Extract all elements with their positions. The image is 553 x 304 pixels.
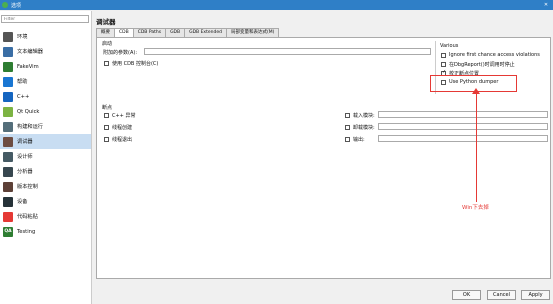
checkbox-box[interactable]: [104, 137, 109, 142]
close-icon[interactable]: ✕: [542, 1, 550, 9]
sidebar-item-label: 帮助: [17, 79, 28, 85]
checkbox-box[interactable]: [345, 137, 350, 142]
sidebar-item-label: 调试器: [17, 139, 33, 145]
checkbox-option[interactable]: 卸载模块:: [345, 124, 375, 131]
checkbox-label: 在DbgReport()时调用时停止: [449, 62, 515, 68]
version-control-icon: [3, 181, 13, 192]
sidebar-item[interactable]: FakeVim: [0, 59, 91, 74]
code-paste-icon: [3, 211, 13, 222]
category-list: 环境文本编辑器 FakeVim 帮助 C++ Qt Quick 构建和运行调试器设计师分析…: [0, 29, 91, 239]
cancel-button[interactable]: Cancel: [487, 290, 516, 300]
sidebar-item-label: 版本控制: [17, 184, 38, 190]
sidebar-item[interactable]: 环境: [0, 29, 91, 44]
debugger-icon: [3, 136, 13, 147]
qt-quick-icon: [3, 106, 13, 117]
various-group-title: Various: [440, 43, 459, 49]
sidebar-item-label: C++: [17, 93, 30, 100]
designer-icon: [3, 151, 13, 162]
sidebar-item-label: 设备: [17, 199, 28, 205]
tab[interactable]: GDB Extended: [184, 28, 227, 37]
sidebar-item[interactable]: 构建和运行: [0, 119, 91, 134]
checkbox-label: 线程创建: [112, 125, 133, 131]
monitor-icon: [3, 31, 13, 42]
checkbox-box[interactable]: [441, 62, 446, 67]
sidebar-item[interactable]: 设备: [0, 194, 91, 209]
checkbox-option[interactable]: 线程创建: [104, 124, 132, 131]
module-input[interactable]: [378, 111, 548, 118]
checkbox-box[interactable]: [104, 113, 109, 118]
checkbox-box[interactable]: [104, 125, 109, 130]
checkbox-label: 线程退出: [112, 137, 133, 143]
window-title: 选项: [11, 2, 22, 9]
sidebar-item-label: 代码粘贴: [17, 214, 38, 220]
help-icon: [3, 76, 13, 87]
checkbox-box[interactable]: [104, 61, 109, 66]
build-run-icon: [3, 121, 13, 132]
sidebar-item-label: 分析器: [17, 169, 33, 175]
extra-args-input[interactable]: [144, 48, 431, 55]
sidebar-item[interactable]: 帮助: [0, 74, 91, 89]
sidebar-item-label: Testing: [17, 228, 36, 235]
sidebar-item[interactable]: QA Testing: [0, 224, 91, 239]
checkbox-option[interactable]: 载入模块:: [345, 112, 375, 119]
tab-bar: 概要 CDB CDB Paths GDB GDB Extended 局部变量和表达式(M): [96, 28, 280, 38]
breakpoints-group-title: 断点: [102, 105, 113, 111]
annotation-text: Win下去掉: [462, 205, 489, 211]
checkbox-label: 载入模块:: [353, 113, 375, 119]
page-title: 调试器: [96, 18, 116, 26]
use-cdb-console-checkbox[interactable]: 使用 CDB 控制台(C): [104, 60, 158, 67]
checkbox-label: 卸载模块:: [353, 125, 375, 131]
checkbox-box[interactable]: [345, 113, 350, 118]
tab[interactable]: 局部变量和表达式(M): [225, 28, 280, 37]
filter-input[interactable]: [1, 15, 89, 23]
checkbox-label: Ignore first chance access violations: [449, 52, 540, 58]
sidebar: 环境文本编辑器 FakeVim 帮助 C++ Qt Quick 构建和运行调试器设计师分析…: [0, 11, 92, 304]
apply-button[interactable]: Apply: [521, 290, 550, 300]
text-editor-icon: [3, 46, 13, 57]
tab[interactable]: GDB: [165, 28, 186, 37]
checkbox-option[interactable]: 输出:: [345, 136, 365, 143]
sidebar-item-label: 文本编辑器: [17, 49, 43, 55]
launch-group-title: 启动: [102, 41, 113, 47]
fakevim-icon: [3, 61, 13, 72]
checkbox-option[interactable]: 线程退出: [104, 136, 132, 143]
sidebar-item[interactable]: 文本编辑器: [0, 44, 91, 59]
cdb-panel: 启动 附加的参数(A): 使用 CDB 控制台(C) Various Ignor…: [96, 37, 551, 279]
checkbox-label: 输出:: [353, 137, 365, 143]
sidebar-item-label: 设计师: [17, 154, 33, 160]
sidebar-item-label: 环境: [17, 34, 28, 40]
tab[interactable]: CDB Paths: [132, 28, 167, 37]
checkbox-option[interactable]: C++ 异常: [104, 112, 135, 119]
analyzer-icon: [3, 166, 13, 177]
testing-icon: QA: [3, 226, 13, 237]
sidebar-item[interactable]: 分析器: [0, 164, 91, 179]
module-input[interactable]: [378, 135, 548, 142]
sidebar-item[interactable]: 版本控制: [0, 179, 91, 194]
ok-button[interactable]: OK: [452, 290, 481, 300]
cpp-icon: [3, 91, 13, 102]
sidebar-item[interactable]: 设计师: [0, 149, 91, 164]
checkbox-option[interactable]: Ignore first chance access violations: [441, 52, 540, 58]
use-cdb-console-label: 使用 CDB 控制台(C): [112, 61, 159, 67]
checkbox-label: C++ 异常: [112, 113, 136, 119]
sidebar-item-label: FakeVim: [17, 63, 39, 70]
extra-args-label: 附加的参数(A):: [103, 50, 138, 56]
sidebar-item-label: Qt Quick: [17, 108, 40, 115]
sidebar-item[interactable]: 代码粘贴: [0, 209, 91, 224]
checkbox-option[interactable]: 在DbgReport()时调用时停止: [441, 61, 515, 68]
module-input[interactable]: [378, 123, 548, 130]
checkbox-box[interactable]: [441, 52, 446, 58]
sidebar-item-label: 构建和运行: [17, 124, 43, 130]
sidebar-item[interactable]: Qt Quick: [0, 104, 91, 119]
sidebar-item[interactable]: C++: [0, 89, 91, 104]
checkbox-box[interactable]: [345, 125, 350, 130]
devices-icon: [3, 196, 13, 207]
annotation-arrow: [476, 92, 477, 202]
title-bar: 选项 ✕: [0, 0, 553, 10]
app-icon: [2, 2, 8, 8]
tab[interactable]: 概要: [96, 28, 115, 37]
sidebar-item[interactable]: 调试器: [0, 134, 91, 149]
settings-content: 调试器 概要 CDB CDB Paths GDB GDB Extended 局部变量和表达…: [93, 11, 551, 279]
